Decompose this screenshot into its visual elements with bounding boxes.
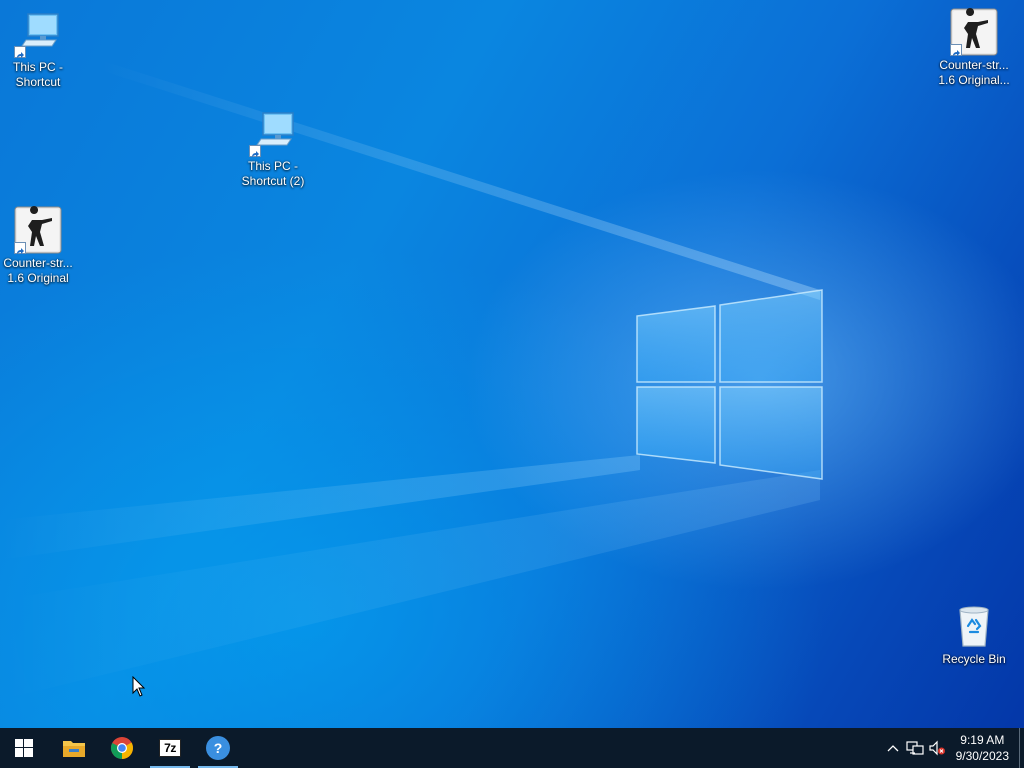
taskbar: 7z ? 9:19 AM 9/30/2023 bbox=[0, 728, 1024, 768]
desktop-icon-counter-strike-2[interactable]: Counter-str... 1.6 Original... bbox=[936, 8, 1012, 88]
clock[interactable]: 9:19 AM 9/30/2023 bbox=[948, 732, 1019, 764]
help-icon-text: ? bbox=[213, 740, 223, 756]
show-desktop-button[interactable] bbox=[1019, 728, 1024, 768]
desktop-icon-this-pc-shortcut-2[interactable]: This PC - Shortcut (2) bbox=[235, 109, 311, 189]
chevron-up-icon bbox=[887, 745, 899, 752]
taskbar-app-7zip[interactable]: 7z bbox=[146, 728, 194, 768]
counter-strike-icon bbox=[950, 8, 998, 56]
desktop-icon-label: This PC - Shortcut (2) bbox=[241, 159, 305, 188]
chrome-icon bbox=[111, 737, 133, 759]
show-hidden-icons-button[interactable] bbox=[882, 728, 904, 768]
volume-button[interactable] bbox=[926, 728, 948, 768]
network-icon bbox=[906, 741, 924, 755]
shortcut-arrow-icon bbox=[14, 242, 26, 254]
help-icon: ? bbox=[206, 736, 230, 760]
wallpaper-light-beams bbox=[0, 60, 820, 700]
desktop[interactable]: This PC - Shortcut This PC - Shortcut (2… bbox=[0, 0, 1024, 728]
volume-muted-icon bbox=[929, 740, 945, 756]
system-tray: 9:19 AM 9/30/2023 bbox=[882, 728, 1024, 768]
windows-start-icon bbox=[15, 739, 33, 757]
shortcut-arrow-icon bbox=[950, 44, 962, 56]
clock-date: 9/30/2023 bbox=[955, 749, 1009, 763]
desktop-icon-label: Counter-str... 1.6 Original... bbox=[938, 58, 1010, 87]
7zip-icon-text: 7z bbox=[164, 741, 176, 755]
taskbar-app-get-help[interactable]: ? bbox=[194, 728, 242, 768]
network-button[interactable] bbox=[904, 728, 926, 768]
shortcut-arrow-icon bbox=[249, 145, 261, 157]
computer-icon bbox=[14, 10, 62, 58]
taskbar-app-file-explorer[interactable] bbox=[50, 728, 98, 768]
taskbar-app-chrome[interactable] bbox=[98, 728, 146, 768]
folder-icon bbox=[63, 741, 85, 757]
windows-logo-wallpaper bbox=[636, 289, 823, 480]
recycle-bin-icon bbox=[950, 602, 998, 650]
desktop-icon-recycle-bin[interactable]: Recycle Bin bbox=[936, 602, 1012, 667]
desktop-icon-label: Recycle Bin bbox=[942, 652, 1006, 666]
computer-icon bbox=[249, 109, 297, 157]
desktop-icon-this-pc-shortcut[interactable]: This PC - Shortcut bbox=[0, 10, 76, 90]
clock-time: 9:19 AM bbox=[960, 733, 1005, 747]
7zip-icon: 7z bbox=[159, 739, 181, 757]
desktop-icon-label: Counter-str... 1.6 Original bbox=[3, 256, 73, 285]
shortcut-arrow-icon bbox=[14, 46, 26, 58]
counter-strike-icon bbox=[14, 206, 62, 254]
start-button[interactable] bbox=[0, 728, 48, 768]
desktop-icon-label: This PC - Shortcut bbox=[12, 60, 63, 89]
desktop-icon-counter-strike[interactable]: Counter-str... 1.6 Original bbox=[0, 206, 76, 286]
mouse-cursor-icon bbox=[132, 676, 146, 697]
